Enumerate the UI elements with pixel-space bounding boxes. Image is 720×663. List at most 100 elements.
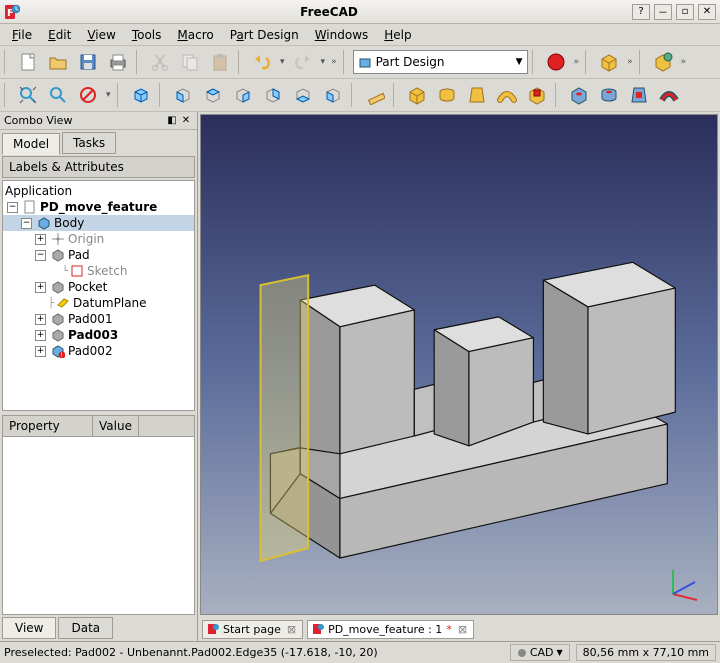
view-front-button[interactable] bbox=[169, 81, 197, 109]
status-message: Preselected: Pad002 - Unbenannt.Pad002.E… bbox=[4, 646, 504, 659]
menu-tools[interactable]: Tools bbox=[124, 26, 170, 44]
cut-button[interactable] bbox=[146, 48, 174, 76]
3d-viewport[interactable] bbox=[200, 114, 718, 615]
tree-item-pad002[interactable]: Pad002 bbox=[68, 344, 113, 358]
tree-root: Application bbox=[5, 184, 72, 198]
redo-dropdown[interactable]: ▾ bbox=[319, 57, 328, 67]
paste-button[interactable] bbox=[206, 48, 234, 76]
combo-float-button[interactable]: ◧ bbox=[165, 114, 179, 128]
maximize-window-button[interactable]: ▫ bbox=[676, 4, 694, 20]
property-panel: Property Value bbox=[2, 415, 195, 615]
view-bottom-button[interactable] bbox=[289, 81, 317, 109]
view-left-button[interactable] bbox=[319, 81, 347, 109]
zoom-selection-button[interactable] bbox=[44, 81, 72, 109]
menu-windows[interactable]: Windows bbox=[307, 26, 377, 44]
statusbar: Preselected: Pad002 - Unbenannt.Pad002.E… bbox=[0, 641, 720, 663]
expand-icon[interactable]: + bbox=[35, 346, 46, 357]
menu-help[interactable]: Help bbox=[376, 26, 419, 44]
pd-revolution-button[interactable] bbox=[433, 81, 461, 109]
tree-item-sketch[interactable]: Sketch bbox=[87, 264, 127, 278]
expand-icon[interactable]: + bbox=[35, 314, 46, 325]
pd-subsweep-button[interactable] bbox=[655, 81, 683, 109]
view-area: Start page ⊠ PD_move_feature : 1* ⊠ bbox=[198, 112, 720, 641]
pd-datum-button[interactable] bbox=[649, 48, 677, 76]
toolbar-overflow-1[interactable]: » bbox=[329, 57, 339, 67]
toolbar-file: ▾ ▾ » Part Design ▼ » » » bbox=[0, 46, 720, 79]
tree-item-pad003[interactable]: Pad003 bbox=[68, 328, 118, 342]
pd-pad-button[interactable] bbox=[403, 81, 431, 109]
open-file-button[interactable] bbox=[44, 48, 72, 76]
drawstyle-dropdown[interactable]: ▾ bbox=[104, 90, 113, 100]
toolbar-overflow-4[interactable]: » bbox=[679, 57, 689, 67]
doc-tab-current-label: PD_move_feature : 1 bbox=[328, 623, 442, 636]
help-window-button[interactable]: ? bbox=[632, 4, 650, 20]
combo-close-button[interactable]: ✕ bbox=[179, 114, 193, 128]
expand-icon[interactable]: + bbox=[35, 234, 46, 245]
pd-hole-button[interactable] bbox=[565, 81, 593, 109]
close-window-button[interactable]: ✕ bbox=[698, 4, 716, 20]
print-button[interactable] bbox=[104, 48, 132, 76]
close-icon[interactable]: ⊠ bbox=[456, 623, 469, 636]
expand-icon[interactable]: − bbox=[21, 218, 32, 229]
close-icon[interactable]: ⊠ bbox=[285, 623, 298, 636]
menu-partdesign[interactable]: Part Design bbox=[222, 26, 307, 44]
tree-item-pocket[interactable]: Pocket bbox=[68, 280, 107, 294]
expand-icon[interactable]: + bbox=[35, 330, 46, 341]
menu-file[interactable]: File bbox=[4, 26, 40, 44]
pd-pocket-button[interactable] bbox=[523, 81, 551, 109]
view-right-button[interactable] bbox=[229, 81, 257, 109]
tab-data[interactable]: Data bbox=[58, 617, 113, 639]
tree-item-pad[interactable]: Pad bbox=[68, 248, 90, 262]
tab-tasks[interactable]: Tasks bbox=[62, 132, 116, 154]
pd-loft-button[interactable] bbox=[463, 81, 491, 109]
tab-view[interactable]: View bbox=[2, 617, 56, 639]
body-icon bbox=[37, 216, 51, 230]
expand-icon[interactable]: − bbox=[7, 202, 18, 213]
expand-icon[interactable]: − bbox=[35, 250, 46, 261]
menu-edit[interactable]: Edit bbox=[40, 26, 79, 44]
undo-dropdown[interactable]: ▾ bbox=[278, 57, 287, 67]
redo-button[interactable] bbox=[289, 48, 317, 76]
workbench-label: Part Design bbox=[376, 55, 445, 69]
app-icon: F bbox=[4, 4, 20, 20]
document-icon bbox=[23, 200, 37, 214]
view-top-button[interactable] bbox=[199, 81, 227, 109]
model-tree[interactable]: Application −PD_move_feature −Body +Orig… bbox=[2, 180, 195, 411]
pd-subloft-button[interactable] bbox=[625, 81, 653, 109]
pd-groove-button[interactable] bbox=[595, 81, 623, 109]
pd-body-button[interactable] bbox=[595, 48, 623, 76]
save-file-button[interactable] bbox=[74, 48, 102, 76]
tree-item-origin[interactable]: Origin bbox=[68, 232, 104, 246]
doc-tab-current[interactable]: PD_move_feature : 1* ⊠ bbox=[307, 620, 474, 639]
tree-item-pad001[interactable]: Pad001 bbox=[68, 312, 113, 326]
origin-icon bbox=[51, 232, 65, 246]
nav-style-selector[interactable]: CAD▼ bbox=[510, 644, 570, 661]
tree-item-body[interactable]: Body bbox=[54, 216, 84, 230]
menu-view[interactable]: View bbox=[79, 26, 123, 44]
workbench-selector[interactable]: Part Design ▼ bbox=[353, 50, 528, 74]
zoom-fit-button[interactable] bbox=[14, 81, 42, 109]
tree-item-doc[interactable]: PD_move_feature bbox=[40, 200, 157, 214]
property-body[interactable] bbox=[2, 437, 195, 615]
nav-style-label: CAD bbox=[530, 646, 554, 659]
tab-model[interactable]: Model bbox=[2, 133, 60, 155]
menu-macro[interactable]: Macro bbox=[169, 26, 221, 44]
pad-icon bbox=[51, 312, 65, 326]
copy-button[interactable] bbox=[176, 48, 204, 76]
window-title: FreeCAD bbox=[26, 5, 632, 19]
toolbar-overflow-2[interactable]: » bbox=[572, 57, 582, 67]
new-file-button[interactable] bbox=[14, 48, 42, 76]
minimize-window-button[interactable]: － bbox=[654, 4, 672, 20]
measure-button[interactable] bbox=[361, 81, 389, 109]
view-iso-button[interactable] bbox=[127, 81, 155, 109]
macro-record-button[interactable] bbox=[542, 48, 570, 76]
expand-icon[interactable]: + bbox=[35, 282, 46, 293]
toolbar-overflow-3[interactable]: » bbox=[625, 57, 635, 67]
datum-plane-icon bbox=[56, 296, 70, 310]
pd-sweep-button[interactable] bbox=[493, 81, 521, 109]
view-rear-button[interactable] bbox=[259, 81, 287, 109]
tree-item-datum[interactable]: DatumPlane bbox=[73, 296, 147, 310]
undo-button[interactable] bbox=[248, 48, 276, 76]
draw-style-button[interactable] bbox=[74, 81, 102, 109]
doc-tab-start[interactable]: Start page ⊠ bbox=[202, 620, 303, 639]
